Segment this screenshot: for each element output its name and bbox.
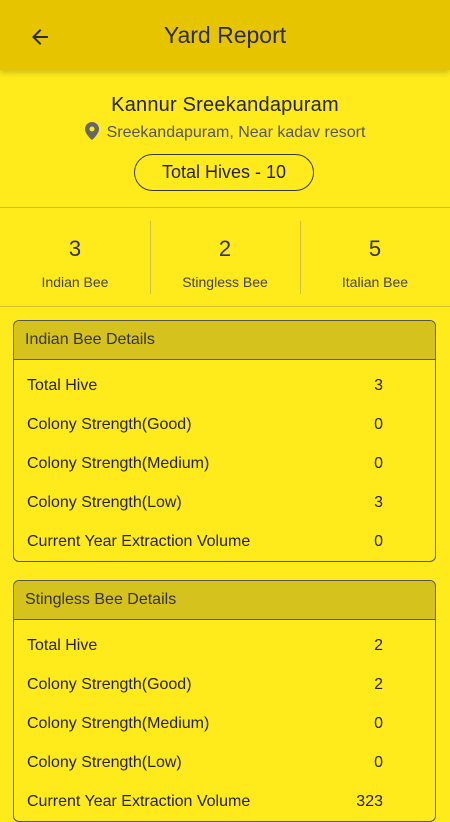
stat-stingless-bee: 2 Stingless Bee (150, 208, 300, 306)
stat-value: 2 (218, 236, 232, 261)
stat-label: Italian Bee (341, 274, 409, 290)
detail-row: Current Year Extraction Volume 323 (14, 782, 435, 821)
detail-value: 0 (374, 753, 383, 771)
app-bar: Yard Report (0, 0, 450, 70)
detail-row: Current Year Extraction Volume 0 (14, 522, 435, 561)
detail-label: Total Hive (27, 636, 98, 654)
section-title: Indian Bee Details (14, 321, 435, 360)
stat-label: Indian Bee (41, 274, 109, 290)
total-hives-badge: Total Hives - 10 (134, 154, 314, 191)
detail-label: Total Hive (27, 376, 98, 394)
detail-label: Colony Strength(Good) (27, 415, 192, 433)
detail-row: Total Hive 3 (14, 366, 435, 405)
bee-type-stats: 3 Indian Bee 2 Stingless Bee 5 Italian B… (0, 208, 450, 307)
detail-value: 2 (374, 636, 383, 654)
detail-label: Colony Strength(Low) (27, 493, 182, 511)
detail-row: Colony Strength(Medium) 0 (14, 444, 435, 483)
detail-row: Colony Strength(Low) 0 (14, 743, 435, 782)
indian-bee-details-card: Indian Bee Details Total Hive 3 Colony St… (13, 320, 436, 562)
detail-label: Colony Strength(Low) (27, 753, 182, 771)
yard-header: Kannur Sreekandapuram Sreekandapuram, Ne… (0, 70, 450, 208)
detail-value: 3 (374, 493, 383, 511)
detail-label: Colony Strength(Medium) (27, 714, 210, 732)
yard-location-text: Sreekandapuram, Near kadav resort (106, 124, 366, 141)
yard-location: Sreekandapuram, Near kadav resort (0, 122, 450, 145)
section-title: Stingless Bee Details (14, 581, 435, 620)
stat-indian-bee: 3 Indian Bee (0, 208, 150, 306)
detail-value: 0 (374, 532, 383, 550)
stat-italian-bee: 5 Italian Bee (300, 208, 450, 306)
detail-value: 0 (374, 454, 383, 472)
detail-value: 0 (374, 714, 383, 732)
stat-label: Stingless Bee (182, 274, 268, 290)
detail-row: Colony Strength(Medium) 0 (14, 704, 435, 743)
detail-value: 2 (374, 675, 383, 693)
detail-row: Total Hive 2 (14, 626, 435, 665)
detail-row: Colony Strength(Good) 0 (14, 405, 435, 444)
detail-row: Colony Strength(Low) 3 (14, 483, 435, 522)
detail-value: 3 (374, 376, 383, 394)
detail-label: Colony Strength(Good) (27, 675, 192, 693)
stat-value: 5 (368, 236, 382, 261)
detail-label: Current Year Extraction Volume (27, 532, 251, 550)
location-pin-icon (84, 122, 99, 145)
detail-row: Colony Strength(Good) 2 (14, 665, 435, 704)
detail-label: Current Year Extraction Volume (27, 792, 251, 810)
yard-name: Kannur Sreekandapuram (111, 94, 339, 116)
stingless-bee-details-card: Stingless Bee Details Total Hive 2 Colony… (13, 580, 436, 822)
detail-value: 323 (356, 792, 383, 810)
page-title: Yard Report (163, 22, 287, 48)
detail-value: 0 (374, 415, 383, 433)
stat-value: 3 (68, 236, 82, 261)
detail-label: Colony Strength(Medium) (27, 454, 210, 472)
